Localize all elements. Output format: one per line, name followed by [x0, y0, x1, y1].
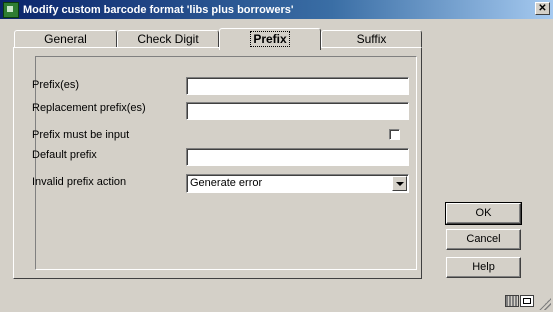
- tab-suffix[interactable]: Suffix: [321, 30, 422, 48]
- resize-grip-icon[interactable]: [539, 298, 551, 310]
- tab-prefix[interactable]: Prefix: [219, 28, 321, 50]
- tab-prefix-label: Prefix: [250, 31, 290, 47]
- chevron-down-icon[interactable]: [392, 176, 407, 191]
- invalid-prefix-action-label: Invalid prefix action: [32, 176, 127, 188]
- invalid-prefix-action-value: Generate error: [190, 177, 263, 189]
- tab-general-label: General: [44, 32, 87, 46]
- keyboard-icon: [505, 295, 519, 307]
- tab-general[interactable]: General: [14, 30, 117, 48]
- replacement-prefixes-input[interactable]: [186, 102, 409, 120]
- prefix-must-be-input-checkbox[interactable]: [389, 129, 400, 140]
- ok-button[interactable]: OK: [445, 202, 522, 225]
- title-bar: Modify custom barcode format 'libs plus …: [0, 0, 553, 19]
- invalid-prefix-action-select[interactable]: Generate error: [186, 174, 409, 193]
- close-button[interactable]: ✕: [535, 2, 550, 15]
- tab-suffix-label: Suffix: [356, 32, 387, 46]
- replacement-prefixes-label: Replacement prefix(es): [32, 102, 146, 114]
- prefixes-input[interactable]: [186, 77, 409, 95]
- default-prefix-input[interactable]: [186, 148, 409, 166]
- grid-icon: [520, 295, 534, 307]
- default-prefix-label: Default prefix: [32, 149, 97, 161]
- tab-check-digit-label: Check Digit: [137, 32, 199, 46]
- prefix-tab-panel: Prefix(es) Replacement prefix(es) Prefix…: [13, 47, 422, 279]
- help-button[interactable]: Help: [446, 257, 521, 278]
- prefixes-label: Prefix(es): [32, 79, 80, 91]
- tab-check-digit[interactable]: Check Digit: [117, 30, 219, 48]
- window-title: Modify custom barcode format 'libs plus …: [23, 3, 294, 16]
- cancel-button[interactable]: Cancel: [446, 229, 521, 250]
- prefix-must-be-input-label: Prefix must be input: [32, 129, 130, 141]
- app-icon: [3, 1, 19, 18]
